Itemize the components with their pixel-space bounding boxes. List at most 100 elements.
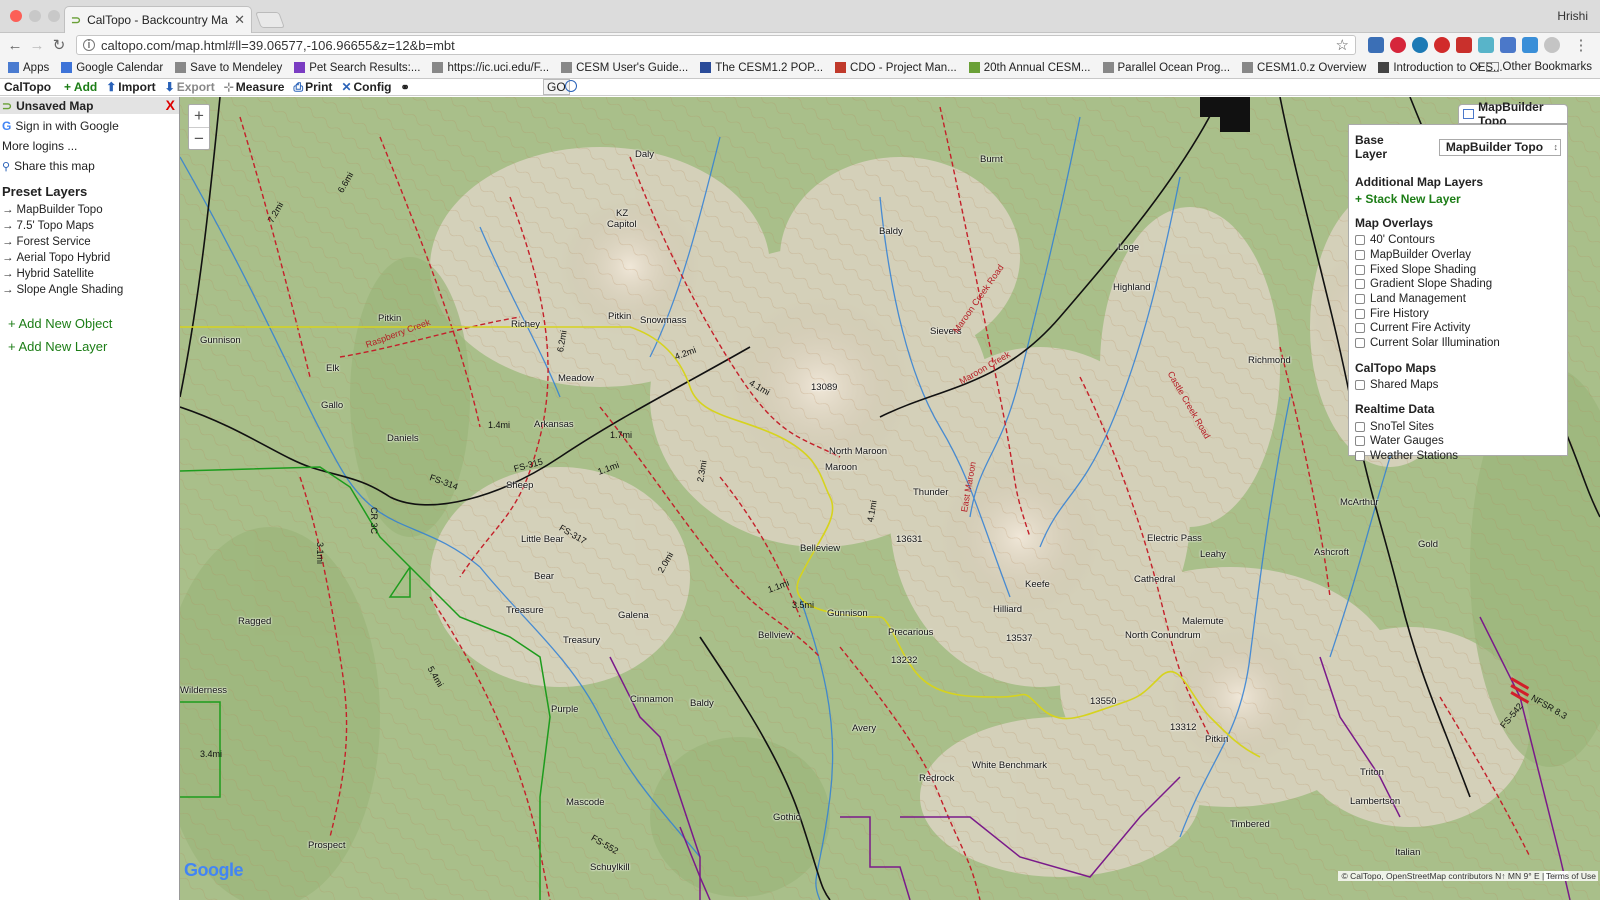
locate-icon[interactable] <box>565 80 577 92</box>
map-attribution[interactable]: © CalTopo, OpenStreetMap contributors N↑… <box>1338 871 1568 881</box>
extension-calendar-icon[interactable] <box>1368 37 1384 53</box>
close-map-button[interactable]: X <box>166 97 175 113</box>
bookmark-item[interactable]: Google Calendar <box>61 62 163 74</box>
layer-checkbox-row[interactable]: SnoTel Sites <box>1355 419 1561 434</box>
minimize-window-button[interactable] <box>29 10 41 22</box>
browser-tab[interactable]: ⊃ CalTopo - Backcountry Mappin ✕ <box>64 6 252 33</box>
zoom-out-button[interactable]: − <box>189 127 209 149</box>
layer-checkbox-row[interactable]: MapBuilder Overlay <box>1355 248 1561 263</box>
terms-link[interactable]: Terms of Use <box>1543 871 1598 881</box>
extension-adblock-icon[interactable] <box>1434 37 1450 53</box>
layer-checkbox-row[interactable]: Current Solar Illumination <box>1355 336 1561 351</box>
bookmark-item[interactable]: CDO - Project Man... <box>835 62 957 74</box>
layer-checkbox-row[interactable]: Fire History <box>1355 306 1561 321</box>
map-place-label: Hilliard <box>993 604 1023 615</box>
layer-checkbox[interactable] <box>1355 450 1365 461</box>
layer-checkbox[interactable] <box>1355 421 1365 432</box>
chevron-right-icon: » <box>1475 61 1482 73</box>
stack-new-layer-button[interactable]: + Stack New Layer <box>1355 192 1561 206</box>
layer-checkbox-label: Fixed Slope Shading <box>1370 263 1477 276</box>
extension-download-icon[interactable] <box>1522 37 1538 53</box>
map-place-label: Prospect <box>308 840 346 851</box>
bookmark-label: The CESM1.2 POP... <box>715 61 824 74</box>
layer-panel-tab[interactable]: MapBuilder Topo <box>1458 100 1568 128</box>
layer-checkbox-row[interactable]: Gradient Slope Shading <box>1355 277 1561 292</box>
forward-icon[interactable]: → <box>26 34 48 56</box>
map-place-label: 13537 <box>1006 633 1033 644</box>
new-tab-button[interactable] <box>255 12 285 28</box>
add-new-object-button[interactable]: + Add New Object <box>0 310 179 337</box>
export-label: Export <box>176 80 215 94</box>
extension-pinterest-icon[interactable] <box>1390 37 1406 53</box>
print-button[interactable]: ⎙ Print <box>293 80 332 95</box>
layer-checkbox[interactable] <box>1355 235 1365 246</box>
bookmark-star-icon[interactable]: ☆ <box>1336 36 1349 54</box>
sign-in-link[interactable]: G Sign in with Google <box>0 114 179 136</box>
layer-checkbox[interactable] <box>1355 250 1365 261</box>
add-new-layer-button[interactable]: + Add New Layer <box>0 337 179 360</box>
extension-circle-icon[interactable] <box>1412 37 1428 53</box>
zoom-in-button[interactable]: + <box>189 105 209 127</box>
export-button[interactable]: ⬇ Export <box>165 80 215 94</box>
bookmark-item[interactable]: 20th Annual CESM... <box>968 62 1091 74</box>
extension-gray-icon[interactable] <box>1544 37 1560 53</box>
layer-checkbox[interactable] <box>1355 379 1365 390</box>
other-bookmarks-folder[interactable]: » Other Bookmarks <box>1475 61 1592 73</box>
bookmark-item[interactable]: Apps <box>8 62 49 74</box>
layer-checkbox-row[interactable]: 40' Contours <box>1355 233 1561 248</box>
import-button[interactable]: ⬆ Import <box>106 80 155 94</box>
menu-icon[interactable]: ⋮ <box>1570 34 1592 56</box>
layer-checkbox[interactable] <box>1355 264 1365 275</box>
layer-checkbox[interactable] <box>1355 279 1365 290</box>
map-title[interactable]: Unsaved Map <box>16 99 93 113</box>
address-bar[interactable]: i caltopo.com/map.html#ll=39.06577,-106.… <box>76 35 1356 55</box>
preset-layer-item[interactable]: → Aerial Topo Hybrid <box>0 250 179 266</box>
base-layer-row: Base Layer MapBuilder Topo <box>1355 133 1561 161</box>
brand-logo[interactable]: CalTopo <box>0 80 64 94</box>
maximize-window-button[interactable] <box>48 10 60 22</box>
preset-layer-item[interactable]: → Forest Service <box>0 234 179 250</box>
layer-checkbox[interactable] <box>1355 323 1365 334</box>
layer-checkbox[interactable] <box>1355 308 1365 319</box>
bookmark-item[interactable]: Parallel Ocean Prog... <box>1102 62 1230 74</box>
layer-checkbox[interactable] <box>1355 294 1365 305</box>
extension-drive-icon[interactable] <box>1478 37 1494 53</box>
preset-layer-item[interactable]: → 7.5' Topo Maps <box>0 218 179 234</box>
binoculars-icon[interactable]: ⚭ <box>401 81 410 94</box>
layer-checkbox-row[interactable]: Current Fire Activity <box>1355 321 1561 336</box>
layer-checkbox-row[interactable]: Water Gauges <box>1355 434 1561 449</box>
layer-checkbox[interactable] <box>1355 436 1365 447</box>
more-logins-link[interactable]: More logins ... <box>0 136 179 156</box>
folder-icon <box>1485 62 1499 72</box>
reload-icon[interactable]: ↻ <box>48 34 70 56</box>
bookmark-item[interactable]: The CESM1.2 POP... <box>700 62 823 74</box>
preset-layer-item[interactable]: → MapBuilder Topo <box>0 202 179 218</box>
close-tab-icon[interactable]: ✕ <box>234 12 245 28</box>
bookmark-item[interactable]: https://ic.uci.edu/F... <box>432 62 549 74</box>
layer-checkbox-row[interactable]: Weather Stations <box>1355 449 1561 464</box>
extension-image-icon[interactable] <box>1500 37 1516 53</box>
preset-layer-item[interactable]: → Slope Angle Shading <box>0 282 179 298</box>
extension-mendeley-icon[interactable] <box>1456 37 1472 53</box>
layer-checkbox-row[interactable]: Fixed Slope Shading <box>1355 262 1561 277</box>
bookmark-item[interactable]: Save to Mendeley <box>175 62 282 74</box>
layer-checkbox-row[interactable]: Shared Maps <box>1355 378 1561 393</box>
profile-name[interactable]: Hrishi <box>1557 9 1588 23</box>
map-place-label: Treasury <box>563 635 601 646</box>
preset-layer-item[interactable]: → Hybrid Satellite <box>0 266 179 282</box>
layer-checkbox[interactable] <box>1355 338 1365 349</box>
add-button[interactable]: + Add <box>64 80 97 94</box>
config-button[interactable]: ✕ Config <box>341 80 391 94</box>
share-map-link[interactable]: ⚲ Share this map <box>0 156 179 176</box>
bookmark-item[interactable]: CESM User's Guide... <box>561 62 688 74</box>
other-bookmarks-label: Other Bookmarks <box>1502 61 1592 73</box>
bookmark-item[interactable]: Pet Search Results:... <box>294 62 420 74</box>
close-window-button[interactable] <box>10 10 22 22</box>
base-layer-select[interactable]: MapBuilder Topo <box>1438 138 1561 156</box>
layer-checkbox-row[interactable]: Land Management <box>1355 292 1561 307</box>
bookmark-item[interactable]: CESM1.0.z Overview <box>1242 62 1366 74</box>
arrow-right-icon: → <box>2 220 14 232</box>
back-icon[interactable]: ← <box>4 34 26 56</box>
info-icon[interactable]: i <box>83 39 95 51</box>
measure-button[interactable]: ⊹ Measure <box>224 80 285 94</box>
